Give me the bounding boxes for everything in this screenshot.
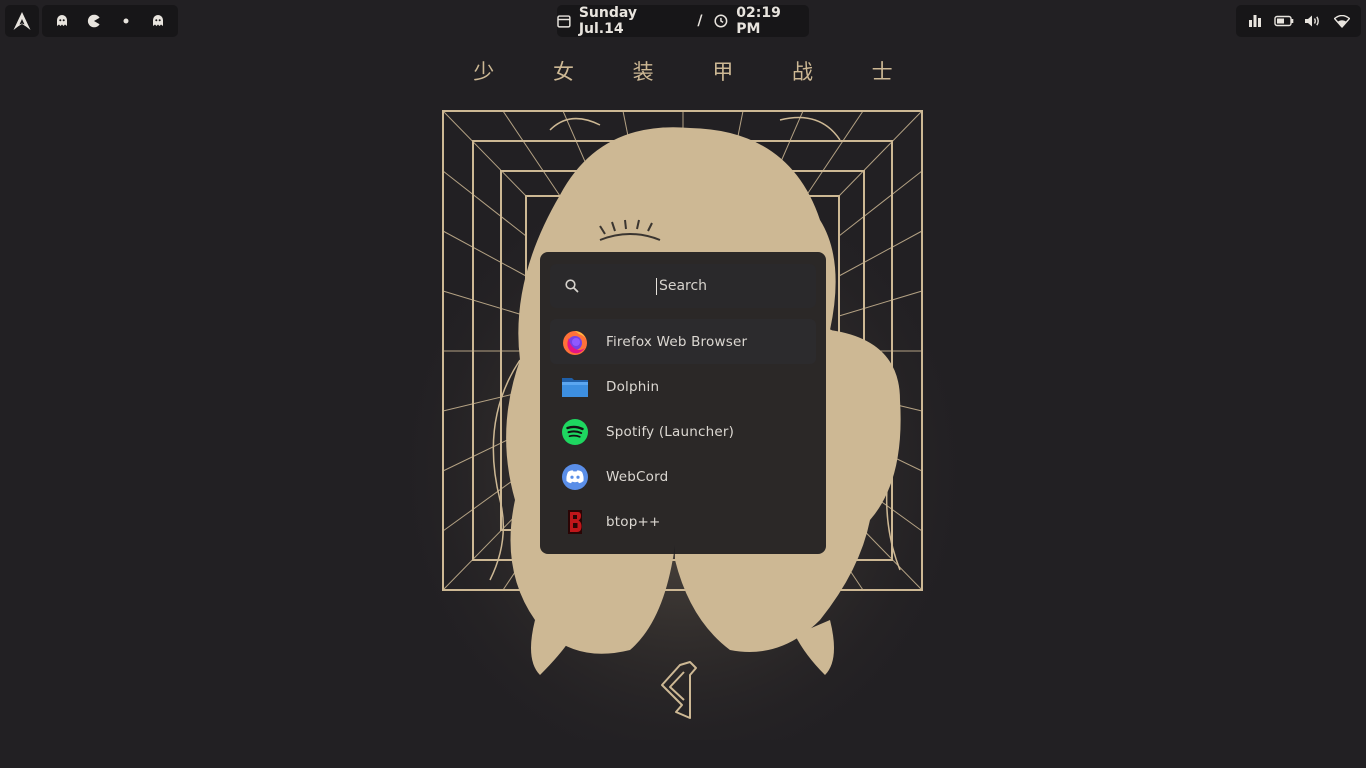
wifi-button[interactable] (1331, 10, 1353, 32)
time-text: 02:19 PM (736, 5, 781, 37)
spotify-icon (560, 417, 590, 447)
clock-icon (714, 14, 728, 28)
workspace-3[interactable] (116, 11, 136, 31)
list-item-btop[interactable]: btop++ (550, 499, 816, 544)
date-text: Sunday Jul.14 (578, 5, 638, 37)
btop-icon (560, 507, 590, 537)
stats-bars-icon (1248, 15, 1261, 27)
workspace-2[interactable] (84, 11, 104, 31)
arch-linux-icon (13, 12, 31, 30)
app-list: Firefox Web Browser Dolphin Spotify (Lau… (550, 319, 816, 544)
search-bar[interactable] (550, 263, 816, 309)
app-label: Spotify (Launcher) (606, 423, 735, 440)
calendar-icon (557, 15, 571, 28)
app-label: WebCord (606, 468, 669, 485)
arch-menu-button[interactable] (5, 5, 39, 37)
clock-widget[interactable]: Sunday Jul.14 / 02:19 PM (557, 5, 809, 37)
battery-button[interactable] (1273, 10, 1295, 32)
system-monitor-button[interactable] (1244, 10, 1266, 32)
discord-icon (560, 462, 590, 492)
app-label: Dolphin (606, 378, 660, 395)
pacman-icon (87, 14, 100, 28)
list-item-spotify[interactable]: Spotify (Launcher) (550, 409, 816, 454)
system-tray (1236, 5, 1361, 37)
firefox-icon (560, 327, 590, 357)
app-launcher: Firefox Web Browser Dolphin (540, 252, 826, 554)
list-item-firefox[interactable]: Firefox Web Browser (550, 319, 816, 364)
search-icon (565, 279, 579, 293)
workspace-switcher (42, 5, 178, 37)
battery-icon (1274, 15, 1294, 27)
app-label: Firefox Web Browser (606, 333, 748, 350)
volume-button[interactable] (1302, 10, 1324, 32)
list-item-dolphin[interactable]: Dolphin (550, 364, 816, 409)
wifi-icon (1334, 14, 1351, 28)
wallpaper-title: 少 女 装 甲 战 士 (473, 60, 919, 84)
folder-icon (560, 372, 590, 402)
clock-separator: / (697, 13, 703, 29)
volume-icon (1305, 15, 1320, 27)
list-item-webcord[interactable]: WebCord (550, 454, 816, 499)
ghost-icon (57, 15, 67, 26)
workspace-1[interactable] (52, 11, 72, 31)
dot-icon (123, 18, 129, 24)
text-caret (656, 278, 657, 295)
search-input[interactable] (550, 263, 816, 309)
ghost-icon (153, 15, 163, 26)
workspace-4[interactable] (148, 11, 168, 31)
app-label: btop++ (606, 513, 661, 530)
